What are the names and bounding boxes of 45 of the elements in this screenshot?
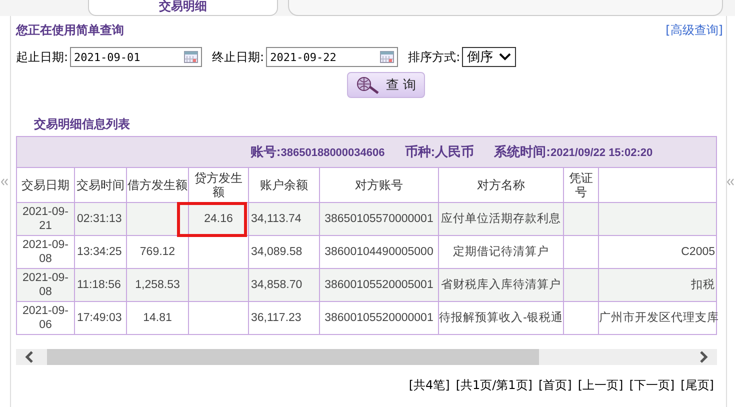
table-cell: 广州市开发区代理支库 [598,302,717,334]
horizontal-scrollbar[interactable] [16,349,717,365]
table-cell: 14.81 [126,302,188,334]
field-label: 起止日期: [16,48,68,66]
pagination-link[interactable]: [下一页] [629,377,675,394]
collapse-icon[interactable] [727,178,734,186]
column-header: 借方发生额 [126,168,188,202]
table-cell: 17:49:03 [74,302,126,334]
table-cell: 待报解预算收入-银税通 [438,302,564,334]
sort-dropdown[interactable]: 倒序 [462,47,516,67]
column-header: 交易时间 [74,168,126,202]
table-cell [564,302,598,334]
table-cell: 38600105520000001 [320,302,438,334]
section-title: 您正在使用简单查询 [16,22,124,38]
system-time: 系统时间:2021/09/22 15:02:20 [494,144,653,160]
table-cell: 36,117.23 [248,302,320,334]
column-header: 账户余额 [248,168,320,202]
scrollbar-thumb[interactable] [47,349,540,365]
column-header: 对方账号 [320,168,438,202]
table-cell [188,302,248,334]
date-field[interactable]: 2021-09-01 [70,47,202,67]
advanced-search-link[interactable]: [高级查询] [666,22,723,38]
section-title: 交易明细信息列表 [34,116,131,133]
pagination-link[interactable]: [共1页/第1页] [456,377,532,394]
table-cell: 2021-09-06 [16,302,74,334]
field-label: 排序方式: [408,48,460,66]
calendar-icon[interactable] [380,51,394,63]
chevron-left-icon[interactable] [25,351,35,363]
pagination-link[interactable]: [尾页] [680,377,714,394]
account-label: 账号:38650188000034606 [250,144,385,160]
date-field[interactable]: 2021-09-22 [266,47,398,67]
field-label: 终止日期: [212,48,264,66]
column-header: 贷方发生额 [188,168,248,202]
column-header: 对方名称 [438,168,564,202]
column-header: 交易日期 [16,168,74,202]
column-header: 凭证号 [564,168,598,202]
chevron-right-icon[interactable] [698,351,708,363]
collapse-icon[interactable] [1,178,8,186]
pagination-link[interactable]: [共4笔] [408,377,450,394]
calendar-icon[interactable] [184,51,198,63]
currency-label: 币种:人民币 [404,144,474,160]
pagination-link[interactable]: [上一页] [578,377,624,394]
chevron-down-icon [499,53,512,61]
search-button[interactable]: 查 询 [346,72,426,98]
pagination-link[interactable]: [首页] [538,377,572,394]
